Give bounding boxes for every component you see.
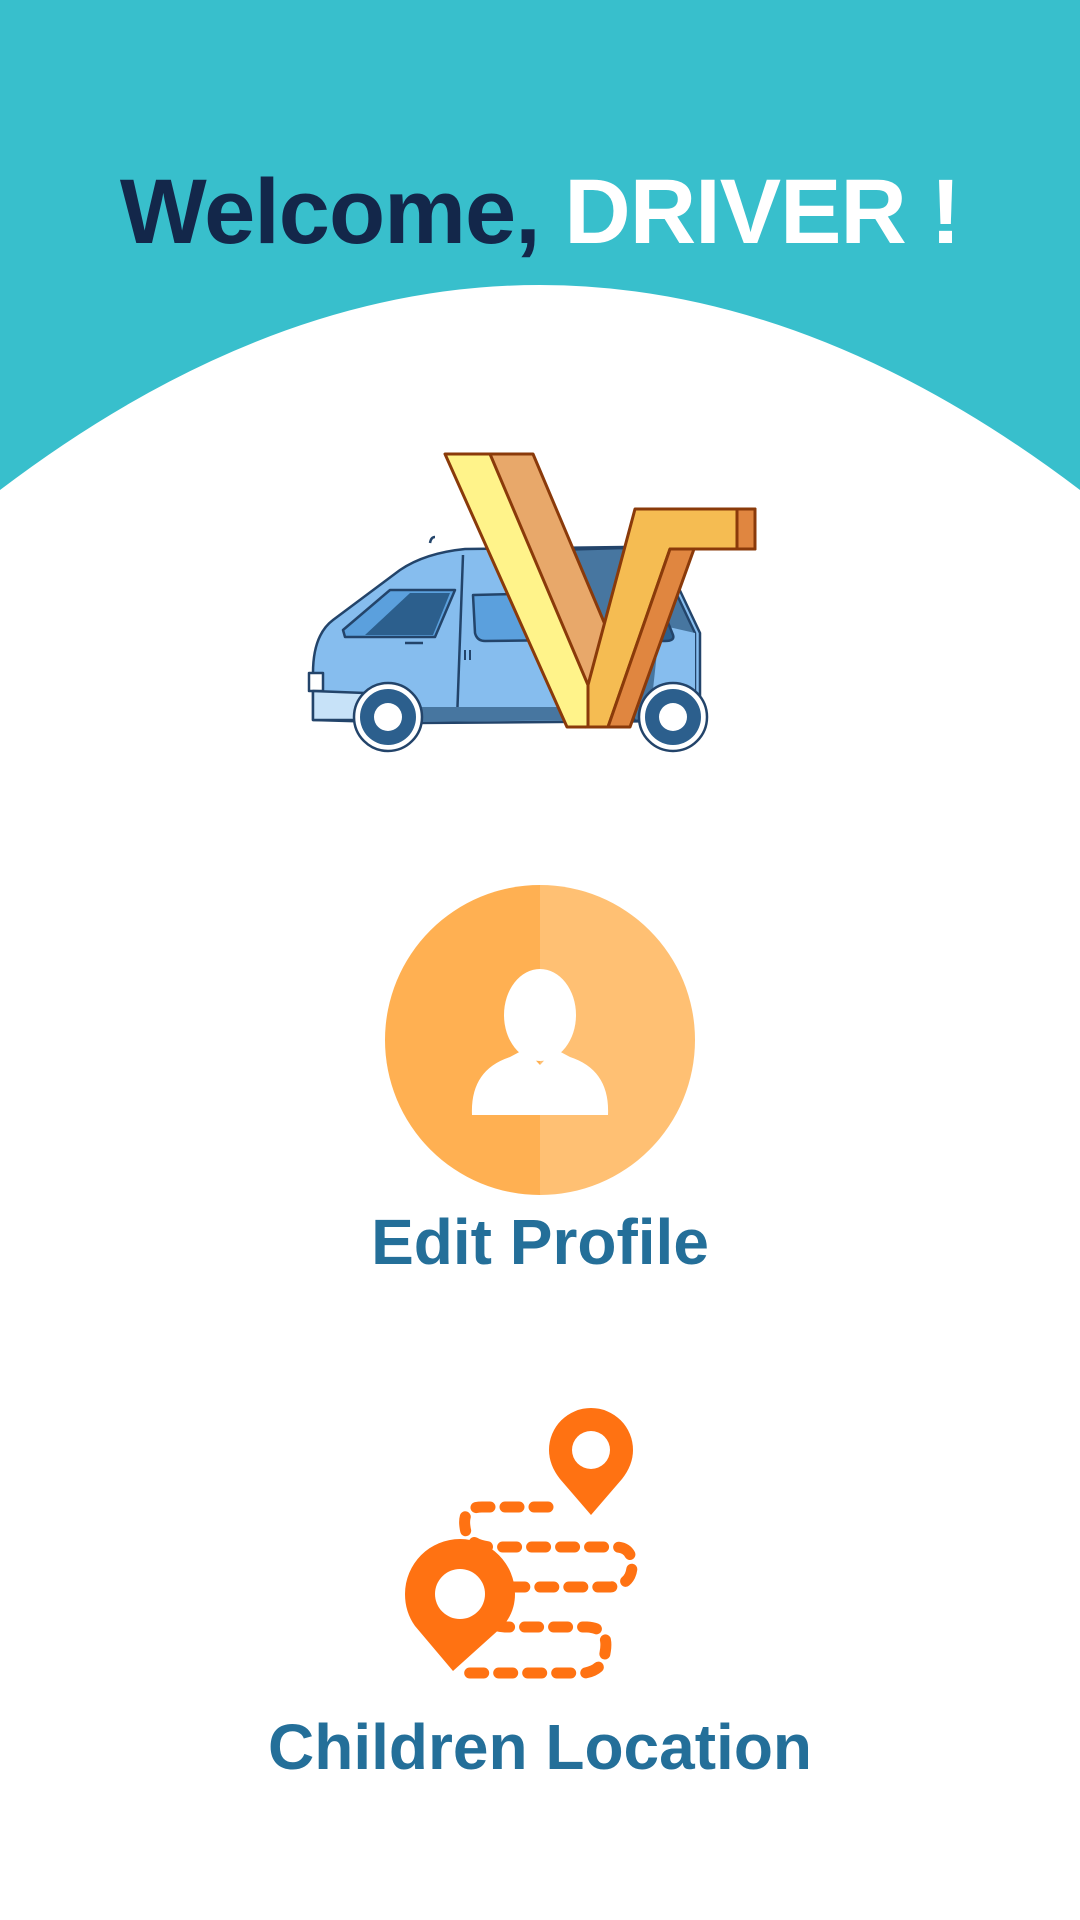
children-location-label: Children Location: [268, 1711, 812, 1783]
edit-profile-label: Edit Profile: [371, 1206, 709, 1278]
welcome-heading: Welcome, DRIVER !: [0, 160, 1080, 265]
van-v-logo-icon: [307, 452, 757, 753]
edit-profile-button[interactable]: Edit Profile: [330, 880, 750, 1300]
children-location-button[interactable]: Children Location: [240, 1395, 840, 1800]
welcome-greeting: Welcome,: [119, 161, 541, 263]
map-route-icon: [405, 1408, 638, 1679]
driver-home-screen: Welcome, DRIVER ! Edit Profile Children …: [0, 0, 1080, 1920]
welcome-role: DRIVER !: [564, 161, 961, 263]
user-avatar-icon: [385, 885, 695, 1195]
